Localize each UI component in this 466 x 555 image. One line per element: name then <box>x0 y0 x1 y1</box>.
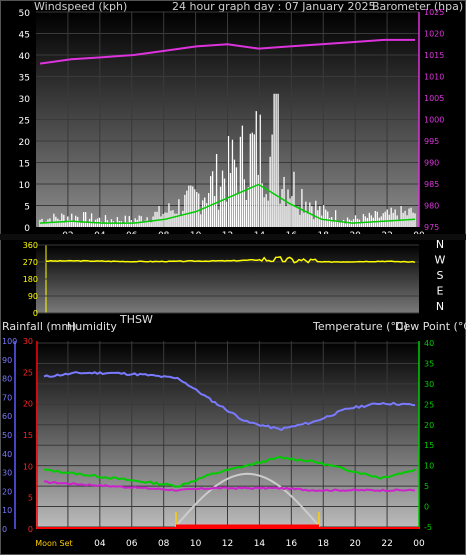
rainfall-axis-title: Rainfall (mm) <box>2 320 76 333</box>
rainfall-y-tick-label: 10 <box>23 462 33 471</box>
temperature-x-tick-label: 04 <box>94 539 106 549</box>
temperature-x-tick-label: 08 <box>158 539 170 549</box>
wind-y-tick-label: 15 <box>19 160 30 170</box>
wind-y-tick-label: 50 <box>19 9 31 19</box>
panel-separator <box>0 234 466 240</box>
temperature-y-tick-label: 15 <box>424 441 434 450</box>
temperature-x-tick-label: 14 <box>254 539 266 549</box>
wind-y-tick-label: 25 <box>19 117 30 127</box>
wind-y-tick-label: 45 <box>19 31 30 41</box>
temperature-y-tick-label: 0 <box>424 503 429 512</box>
temperature-y-tick-label: 5 <box>424 482 429 491</box>
temperature-x-tick-label: 18 <box>318 539 330 549</box>
wind-y-tick-label: 35 <box>19 74 30 84</box>
humidity-y-tick-label: 70 <box>2 393 12 402</box>
temperature-y-tick-label: 30 <box>424 380 434 389</box>
barometer-y-tick-label: 995 <box>424 137 439 146</box>
humidity-y-tick-label: 50 <box>2 431 12 440</box>
temperature-x-tick-label: 06 <box>126 539 138 549</box>
compass-label: N <box>436 238 444 251</box>
temperature-x-tick-label: 00 <box>413 539 425 549</box>
humidity-y-tick-label: 20 <box>2 487 12 496</box>
barometer-y-tick-label: 990 <box>424 159 439 168</box>
wind-y-tick-label: 20 <box>19 138 31 148</box>
temperature-y-tick-label: 40 <box>424 339 434 348</box>
temperature-x-tick-label: 16 <box>286 539 298 549</box>
temperature-y-tick-label: 20 <box>424 421 434 430</box>
temperature-x-tick-label: 12 <box>222 539 233 549</box>
wind-y-tick-label: 40 <box>19 52 31 62</box>
temperature-y-tick-label: 10 <box>424 462 434 471</box>
temperature-y-tick-label: 35 <box>424 359 434 368</box>
wind-y-tick-label: 30 <box>19 95 31 105</box>
temperature-y-tick-label: -5 <box>424 523 432 532</box>
compass-label: S <box>437 269 444 282</box>
barometer-y-tick-label: 980 <box>424 202 439 211</box>
temperature-x-tick-label: 22 <box>381 539 392 549</box>
temperature-y-axis: -5 0 5 10 15 20 25 30 35 40 <box>424 339 434 532</box>
wind-y-tick-label: 0 <box>24 224 30 234</box>
wind-y-tick-label: 5 <box>24 203 30 213</box>
wind-y-tick-label: 10 <box>19 181 31 191</box>
barometer-y-tick-label: 985 <box>424 180 439 189</box>
barometer-y-axis: 975 980 985 990 995 1000 1005 1010 1015 1020 1025 <box>424 8 444 232</box>
compass-labels: NWSEN <box>435 238 446 313</box>
humidity-y-tick-label: 100 <box>2 337 17 346</box>
barometer-y-tick-label: 1000 <box>424 116 444 125</box>
direction-y-tick-label: 360 <box>23 241 38 250</box>
weather-graph: Windspeed (kph) 24 hour graph day : 07 J… <box>0 0 466 555</box>
moon-set-label: Moon Set <box>35 539 72 548</box>
thsw-label: THSW <box>119 313 153 326</box>
rainfall-y-tick-label: 30 <box>23 337 33 346</box>
wind-y-axis: 0 5 10 15 20 25 30 35 40 45 50 <box>19 9 31 234</box>
rainfall-y-tick-label: 0 <box>28 525 33 534</box>
temperature-x-tick-label: 10 <box>190 539 202 549</box>
rainfall-y-tick-label: 15 <box>23 431 33 440</box>
graph-title: 24 hour graph day : 07 January 2025 <box>172 0 376 13</box>
barometer-y-tick-label: 1025 <box>424 8 444 17</box>
temperature-x-axis: Moon Set 04 06 08 10 12 14 16 18 20 22 00 <box>35 539 425 549</box>
temperature-y-tick-label: 25 <box>424 400 434 409</box>
humidity-y-tick-label: 80 <box>2 375 12 384</box>
barometer-y-tick-label: 1020 <box>424 30 444 39</box>
direction-y-tick-label: 0 <box>33 309 38 318</box>
wind-axis-title: Windspeed (kph) <box>34 0 127 13</box>
humidity-y-tick-label: 40 <box>2 450 12 459</box>
dew-point-axis-title: Dew Point (°C) <box>395 320 466 333</box>
compass-label: E <box>437 285 444 298</box>
compass-label: N <box>436 300 444 313</box>
direction-y-tick-label: 90 <box>28 292 38 301</box>
direction-y-axis: 0 90 180 270 360 <box>23 241 38 318</box>
barometer-y-tick-label: 1015 <box>424 51 444 60</box>
humidity-axis-title: Humidity <box>67 320 117 333</box>
direction-y-tick-label: 180 <box>23 275 38 284</box>
barometer-y-tick-label: 1005 <box>424 94 444 103</box>
humidity-y-tick-label: 0 <box>2 525 7 534</box>
barometer-axis-title: Barometer (hpa) <box>372 0 463 13</box>
rainfall-y-tick-label: 25 <box>23 368 33 377</box>
compass-label: W <box>435 254 446 267</box>
rainfall-y-tick-label: 20 <box>23 400 33 409</box>
humidity-y-tick-label: 90 <box>2 356 12 365</box>
temperature-axis-title: Temperature (°C) <box>312 320 408 333</box>
barometer-y-tick-label: 975 <box>424 223 439 232</box>
rainfall-y-tick-label: 5 <box>28 494 33 503</box>
rainfall-y-axis: 0 5 10 15 20 25 30 <box>23 337 33 534</box>
direction-y-tick-label: 270 <box>23 258 38 267</box>
barometer-y-tick-label: 1010 <box>424 73 444 82</box>
temperature-x-tick-label: 20 <box>349 539 361 549</box>
humidity-y-tick-label: 60 <box>2 412 12 421</box>
humidity-y-tick-label: 30 <box>2 469 12 478</box>
humidity-y-tick-label: 10 <box>2 506 12 515</box>
